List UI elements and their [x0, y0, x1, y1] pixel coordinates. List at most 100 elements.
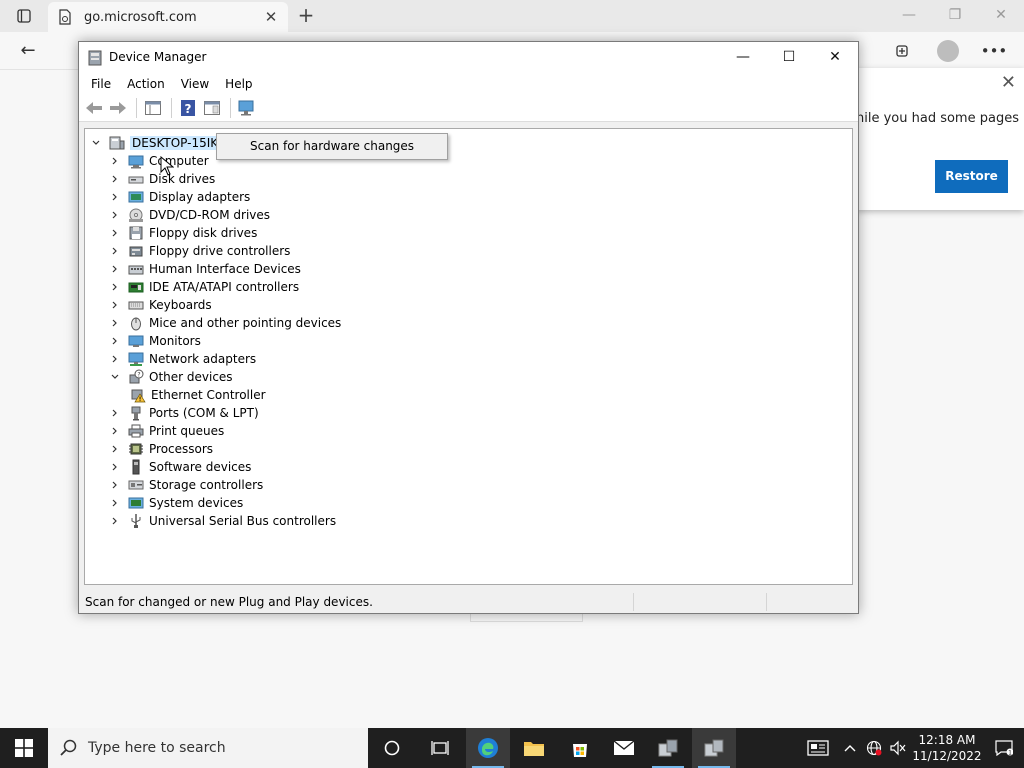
chevron-right-icon[interactable]: [110, 444, 120, 454]
task-view-button[interactable]: [418, 728, 462, 768]
back-arrow-icon[interactable]: [83, 97, 105, 119]
tree-item-label: Floppy disk drives: [149, 226, 258, 240]
clock[interactable]: 12:18 AM 11/12/2022: [910, 732, 984, 764]
tree-item-label: Ports (COM & LPT): [149, 406, 259, 420]
svg-text:?: ?: [137, 372, 140, 379]
minimize-button[interactable]: —: [720, 42, 766, 73]
show-hide-console-tree-icon[interactable]: [142, 97, 164, 119]
tree-root[interactable]: DESKTOP-15IKAI: [91, 134, 232, 152]
tree-category[interactable]: ? Other devices: [110, 368, 233, 386]
tree-category[interactable]: Floppy disk drives: [110, 224, 257, 242]
edge-icon: [478, 738, 498, 758]
tree-item-label: Other devices: [149, 370, 233, 384]
tree-category[interactable]: Human Interface Devices: [110, 260, 301, 278]
tree-category[interactable]: Ports (COM & LPT): [110, 404, 259, 422]
monitor-icon: [128, 335, 144, 347]
tree-category[interactable]: Software devices: [110, 458, 251, 476]
chevron-right-icon[interactable]: [110, 210, 120, 220]
chevron-right-icon[interactable]: [110, 300, 120, 310]
panel-close-button[interactable]: ✕: [1001, 72, 1016, 93]
news-widget-icon[interactable]: [798, 728, 838, 768]
chevron-up-icon[interactable]: [838, 728, 862, 768]
menu-view[interactable]: View: [173, 73, 217, 95]
maximize-button[interactable]: ☐: [766, 42, 812, 73]
chevron-right-icon[interactable]: [110, 516, 120, 526]
tree-category[interactable]: Print queues: [110, 422, 224, 440]
taskbar-mail[interactable]: [602, 728, 646, 768]
tab-actions-icon[interactable]: [10, 6, 38, 26]
chevron-right-icon[interactable]: [110, 282, 120, 292]
windows-icon: [15, 739, 33, 757]
tree-category[interactable]: Display adapters: [110, 188, 250, 206]
chevron-right-icon[interactable]: [110, 228, 120, 238]
chevron-right-icon[interactable]: [110, 354, 120, 364]
title-bar[interactable]: Device Manager — ☐ ✕: [79, 42, 858, 73]
clock-date: 11/12/2022: [912, 749, 982, 763]
taskbar-file-explorer[interactable]: [512, 728, 556, 768]
back-button[interactable]: ←: [14, 39, 42, 63]
network-icon[interactable]: [862, 728, 886, 768]
chevron-right-icon[interactable]: [110, 156, 120, 166]
chevron-right-icon[interactable]: [110, 192, 120, 202]
cortana-button[interactable]: [370, 728, 414, 768]
chevron-right-icon[interactable]: [110, 408, 120, 418]
browser-minimize-button[interactable]: —: [886, 0, 932, 30]
tree-category[interactable]: Mice and other pointing devices: [110, 314, 341, 332]
tree-category[interactable]: System devices: [110, 494, 243, 512]
more-options-icon[interactable]: •••: [976, 38, 1012, 64]
collections-icon[interactable]: [884, 38, 920, 64]
tree-category[interactable]: Network adapters: [110, 350, 256, 368]
browser-restore-button[interactable]: ❐: [932, 0, 978, 30]
taskbar-device-manager[interactable]: [692, 728, 736, 768]
menu-file[interactable]: File: [83, 73, 119, 95]
tree-category[interactable]: Monitors: [110, 332, 201, 350]
chevron-right-icon[interactable]: [110, 336, 120, 346]
tree-child-item[interactable]: Ethernet Controller: [130, 386, 266, 404]
new-tab-button[interactable]: +: [295, 4, 317, 26]
taskbar-store[interactable]: [558, 728, 602, 768]
chevron-right-icon[interactable]: [110, 318, 120, 328]
profile-button[interactable]: [930, 38, 966, 64]
menu-action[interactable]: Action: [119, 73, 173, 95]
tree-category[interactable]: Floppy drive controllers: [110, 242, 290, 260]
tree-category[interactable]: Keyboards: [110, 296, 212, 314]
chevron-right-icon[interactable]: [110, 480, 120, 490]
help-icon[interactable]: ?: [177, 97, 199, 119]
tree-category[interactable]: Processors: [110, 440, 213, 458]
menu-help[interactable]: Help: [217, 73, 260, 95]
tab-close-button[interactable]: ✕: [262, 8, 280, 26]
close-button[interactable]: ✕: [812, 42, 858, 73]
computer-management-icon: [658, 739, 678, 757]
notification-center-icon[interactable]: 1: [984, 728, 1024, 768]
browser-tab[interactable]: go.microsoft.com ✕: [48, 2, 288, 32]
chevron-right-icon[interactable]: [110, 426, 120, 436]
tree-category[interactable]: IDE ATA/ATAPI controllers: [110, 278, 299, 296]
taskbar-search[interactable]: Type here to search: [48, 728, 368, 768]
chevron-down-icon[interactable]: [110, 372, 120, 382]
tree-category[interactable]: Universal Serial Bus controllers: [110, 512, 336, 530]
properties-icon[interactable]: [201, 97, 223, 119]
chevron-right-icon[interactable]: [110, 246, 120, 256]
tree-category[interactable]: DVD/CD-ROM drives: [110, 206, 270, 224]
chevron-right-icon[interactable]: [110, 174, 120, 184]
task-view-icon: [431, 741, 449, 755]
taskbar-computer-management[interactable]: [646, 728, 690, 768]
chevron-right-icon[interactable]: [110, 498, 120, 508]
menu-item-scan-for-hardware-changes[interactable]: Scan for hardware changes: [250, 134, 447, 159]
store-icon: [573, 744, 587, 757]
clock-time: 12:18 AM: [918, 733, 976, 747]
scan-hardware-icon[interactable]: [236, 97, 258, 119]
browser-close-button[interactable]: ✕: [978, 0, 1024, 30]
chevron-right-icon[interactable]: [110, 462, 120, 472]
forward-arrow-icon[interactable]: [107, 97, 129, 119]
document-icon: [59, 9, 71, 25]
taskbar-edge[interactable]: [466, 728, 510, 768]
start-button[interactable]: [0, 728, 48, 768]
status-pane: [633, 592, 766, 611]
window-title: Device Manager: [109, 50, 207, 64]
tree-category[interactable]: Storage controllers: [110, 476, 263, 494]
restore-button[interactable]: Restore: [935, 160, 1008, 193]
chevron-right-icon[interactable]: [110, 264, 120, 274]
chevron-down-icon[interactable]: [91, 138, 101, 148]
volume-muted-icon[interactable]: [886, 728, 910, 768]
